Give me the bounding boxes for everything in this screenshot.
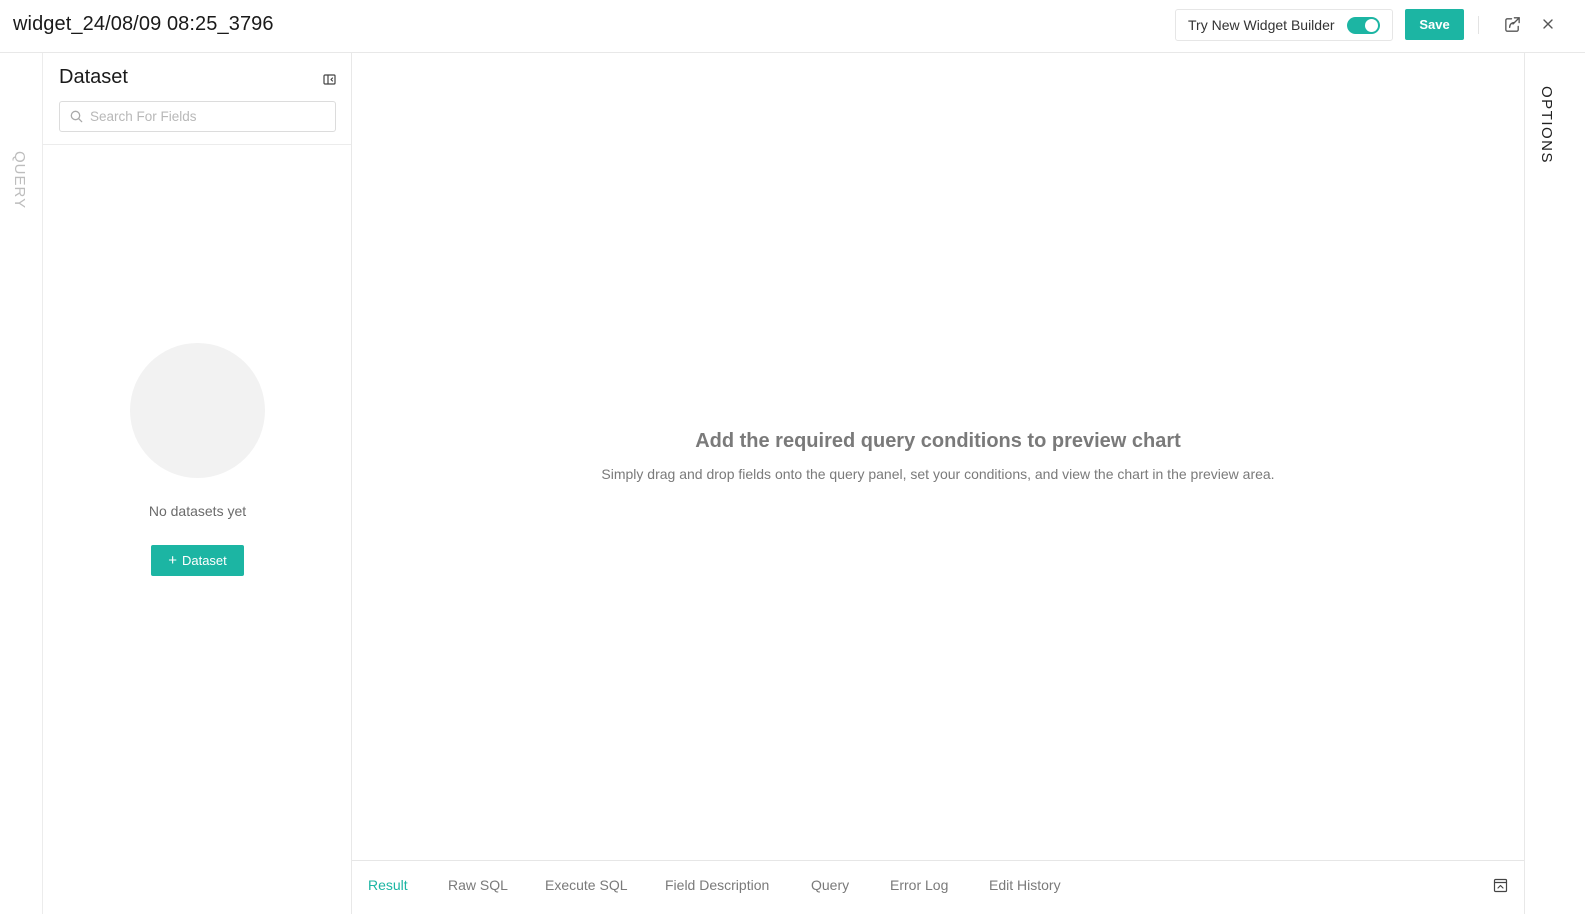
expand-panel-icon[interactable] <box>1493 878 1508 893</box>
preview-empty-heading: Add the required query conditions to pre… <box>695 430 1181 452</box>
field-search-box[interactable] <box>59 101 336 132</box>
chart-preview-area: Add the required query conditions to pre… <box>352 53 1524 860</box>
header-divider <box>1478 16 1479 34</box>
new-widget-builder-toggle[interactable] <box>1347 17 1380 34</box>
query-tab[interactable]: QUERY <box>11 151 28 209</box>
top-header: widget_24/08/09 08:25_3796 Try New Widge… <box>0 0 1585 53</box>
tab-error-log[interactable]: Error Log <box>890 877 948 893</box>
search-icon <box>70 110 83 123</box>
add-dataset-label: Dataset <box>181 553 227 568</box>
tab-raw-sql[interactable]: Raw SQL <box>448 877 508 893</box>
new-widget-builder-label: Try New Widget Builder <box>1188 17 1335 33</box>
preview-empty-subtext: Simply drag and drop fields onto the que… <box>601 466 1275 482</box>
dataset-panel-title: Dataset <box>59 66 128 88</box>
tab-edit-history[interactable]: Edit History <box>989 877 1061 893</box>
tab-execute-sql[interactable]: Execute SQL <box>545 877 628 893</box>
toggle-knob <box>1365 19 1378 32</box>
widget-title[interactable]: widget_24/08/09 08:25_3796 <box>13 13 274 36</box>
options-side-rail: OPTIONS <box>1524 53 1585 914</box>
add-dataset-button[interactable]: + Dataset <box>151 545 244 576</box>
dataset-panel: Dataset No datasets yet + Dataset <box>43 53 352 914</box>
new-widget-builder-toggle-box[interactable]: Try New Widget Builder <box>1175 9 1393 41</box>
close-icon[interactable] <box>1541 17 1555 31</box>
widget-editor: widget_24/08/09 08:25_3796 Try New Widge… <box>0 0 1585 914</box>
empty-state-text: No datasets yet <box>148 503 247 519</box>
options-tab[interactable]: OPTIONS <box>1538 86 1555 164</box>
field-search-input[interactable] <box>90 102 330 131</box>
result-tabs-bar: Result Raw SQL Execute SQL Field Descrip… <box>352 860 1524 914</box>
tab-query[interactable]: Query <box>811 877 849 893</box>
share-icon[interactable] <box>1503 15 1522 34</box>
plus-icon: + <box>168 551 177 569</box>
tab-field-description[interactable]: Field Description <box>665 877 769 893</box>
save-button[interactable]: Save <box>1405 9 1464 40</box>
tab-result[interactable]: Result <box>368 877 408 893</box>
collapse-panel-icon[interactable] <box>323 73 336 86</box>
empty-state-illustration <box>130 343 265 478</box>
panel-divider <box>43 144 351 145</box>
query-side-rail: QUERY <box>0 53 43 914</box>
